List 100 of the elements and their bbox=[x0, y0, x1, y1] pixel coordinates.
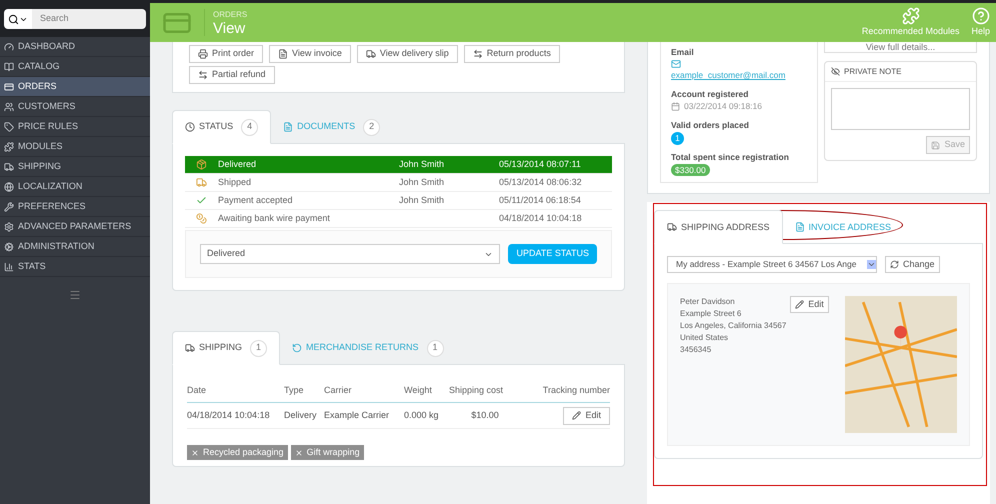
menu-icon[interactable] bbox=[69, 289, 81, 301]
tab[interactable]: STATUS 4 bbox=[172, 110, 272, 144]
status-date: 05/11/2014 06:18:54 bbox=[499, 194, 581, 207]
sidebar-item[interactable]: ORDERS bbox=[0, 77, 150, 97]
calendar-icon bbox=[671, 102, 680, 112]
truck-icon bbox=[196, 177, 207, 188]
tag-label: Recycled packaging bbox=[187, 445, 288, 460]
address-line: United States bbox=[680, 332, 730, 344]
address-line: Example Street 6 bbox=[680, 308, 742, 320]
history-row[interactable]: Payment accepted John Smith 05/11/2014 06:18:54 bbox=[185, 192, 612, 210]
action-button[interactable]: View delivery slip bbox=[356, 45, 458, 63]
search-dropdown[interactable] bbox=[4, 9, 32, 29]
action-button[interactable]: Print order bbox=[189, 45, 264, 63]
chart-icon bbox=[4, 262, 14, 272]
change-button[interactable]: Change bbox=[885, 256, 940, 274]
count-badge: 1 bbox=[250, 340, 268, 356]
gears-icon bbox=[4, 222, 14, 232]
status-name: Awaiting bank wire payment bbox=[218, 212, 331, 225]
count-badge: 2 bbox=[363, 118, 380, 136]
status-date: 05/13/2014 08:06:32 bbox=[499, 176, 582, 189]
count-badge: 1 bbox=[671, 132, 684, 145]
column-header: Shipping cost bbox=[449, 384, 504, 397]
truck-icon bbox=[4, 162, 14, 172]
close-icon bbox=[191, 448, 199, 456]
sidebar-item[interactable]: MODULES bbox=[0, 137, 150, 157]
column-header: Date bbox=[187, 384, 208, 397]
package-icon bbox=[196, 159, 207, 170]
history-row[interactable]: Awaiting bank wire payment 04/18/2014 10:04:18 bbox=[185, 210, 612, 228]
count-badge: 1 bbox=[426, 340, 444, 356]
pencil-icon bbox=[795, 300, 804, 310]
action-button[interactable]: Return products bbox=[464, 45, 560, 63]
column-header: Tracking number bbox=[542, 384, 610, 397]
note-field[interactable] bbox=[831, 88, 970, 130]
count-badge: 4 bbox=[241, 118, 258, 136]
caret-icon bbox=[867, 260, 876, 270]
employee-name: John Smith bbox=[399, 158, 444, 169]
page-title: View bbox=[213, 21, 246, 36]
coins-icon bbox=[196, 213, 207, 224]
truck-icon bbox=[667, 222, 677, 232]
help-icon bbox=[972, 6, 990, 25]
status-select[interactable]: Delivered bbox=[200, 244, 500, 264]
search-icon bbox=[8, 14, 19, 24]
employee-name: John Smith bbox=[399, 194, 444, 205]
status-name: Payment accepted bbox=[218, 194, 294, 207]
sidebar-item[interactable]: PRICE RULES bbox=[0, 117, 150, 137]
history-row[interactable]: Shipped John Smith 05/13/2014 08:06:32 bbox=[185, 174, 612, 192]
wrench-icon bbox=[4, 202, 14, 212]
column-header: Weight bbox=[404, 384, 433, 397]
save-icon bbox=[931, 140, 940, 150]
document-icon bbox=[794, 222, 805, 232]
users-icon bbox=[4, 102, 14, 112]
sidebar-item[interactable]: ADMINISTRATION bbox=[0, 237, 150, 257]
table-cell-text: 04/18/2014 10:04:18 bbox=[187, 408, 271, 422]
table-cell-text: 0.000 kg bbox=[404, 408, 440, 422]
search-field[interactable]: Search bbox=[32, 9, 146, 29]
edit-button[interactable]: Edit bbox=[563, 406, 610, 424]
truck-icon bbox=[185, 343, 195, 353]
mail-icon bbox=[671, 58, 681, 69]
action-button[interactable]: Partial refund bbox=[189, 66, 275, 84]
sidebar-item[interactable]: DASHBOARD bbox=[0, 37, 150, 57]
status-name: Shipped bbox=[218, 176, 252, 189]
address-line: Peter Davidson bbox=[680, 296, 736, 308]
address-select[interactable]: My address - Example Street 6 34567 Los Ange bbox=[667, 256, 877, 274]
puzzle-icon bbox=[4, 142, 14, 152]
check-icon bbox=[196, 195, 207, 206]
clock-icon bbox=[185, 122, 195, 132]
action-button[interactable]: View invoice bbox=[269, 45, 351, 63]
edit-button[interactable]: Edit bbox=[790, 296, 829, 314]
sidebar-item[interactable]: ADVANCED PARAMETERS bbox=[0, 217, 150, 237]
field-label: Email bbox=[671, 46, 695, 59]
printer-icon bbox=[198, 49, 208, 59]
field-label: Valid orders placed bbox=[671, 119, 750, 132]
breadcrumb: ORDERS bbox=[213, 9, 248, 21]
sidebar-item[interactable]: SHIPPING bbox=[0, 157, 150, 177]
status-date: 04/18/2014 10:04:18 bbox=[499, 212, 582, 225]
panel-title: PRIVATE NOTE bbox=[825, 62, 976, 82]
tab[interactable]: SHIPPING 1 bbox=[172, 331, 280, 365]
address-line: Los Angeles, California 34567 bbox=[680, 320, 786, 332]
column-header: Type bbox=[284, 384, 305, 397]
employee-name: John Smith bbox=[399, 176, 444, 187]
book-icon bbox=[4, 62, 14, 72]
gear-icon bbox=[4, 242, 14, 252]
tab[interactable]: SHIPPING ADDRESS bbox=[654, 210, 783, 244]
sidebar-item[interactable]: CUSTOMERS bbox=[0, 97, 150, 117]
sidebar-item[interactable]: LOCALIZATION bbox=[0, 177, 150, 197]
sidebar-item[interactable]: STATS bbox=[0, 257, 150, 277]
pencil-icon bbox=[572, 411, 582, 420]
arrows-icon bbox=[472, 49, 483, 59]
history-row[interactable]: Delivered John Smith 05/13/2014 08:07:11 bbox=[185, 156, 612, 174]
status-date: 05/13/2014 08:07:11 bbox=[499, 158, 581, 171]
arrows-icon bbox=[198, 70, 208, 80]
amount-badge: $330.00 bbox=[671, 164, 710, 176]
sidebar-item[interactable]: PREFERENCES bbox=[0, 197, 150, 217]
address-line: 3456345 bbox=[680, 344, 712, 356]
close-icon bbox=[294, 448, 303, 456]
gauge-icon bbox=[4, 42, 14, 52]
details-button[interactable]: View full details... bbox=[824, 42, 977, 53]
column-header: Carrier bbox=[324, 384, 353, 397]
status-name: Delivered bbox=[218, 158, 258, 171]
table-cell-text: $10.00 bbox=[470, 408, 500, 422]
